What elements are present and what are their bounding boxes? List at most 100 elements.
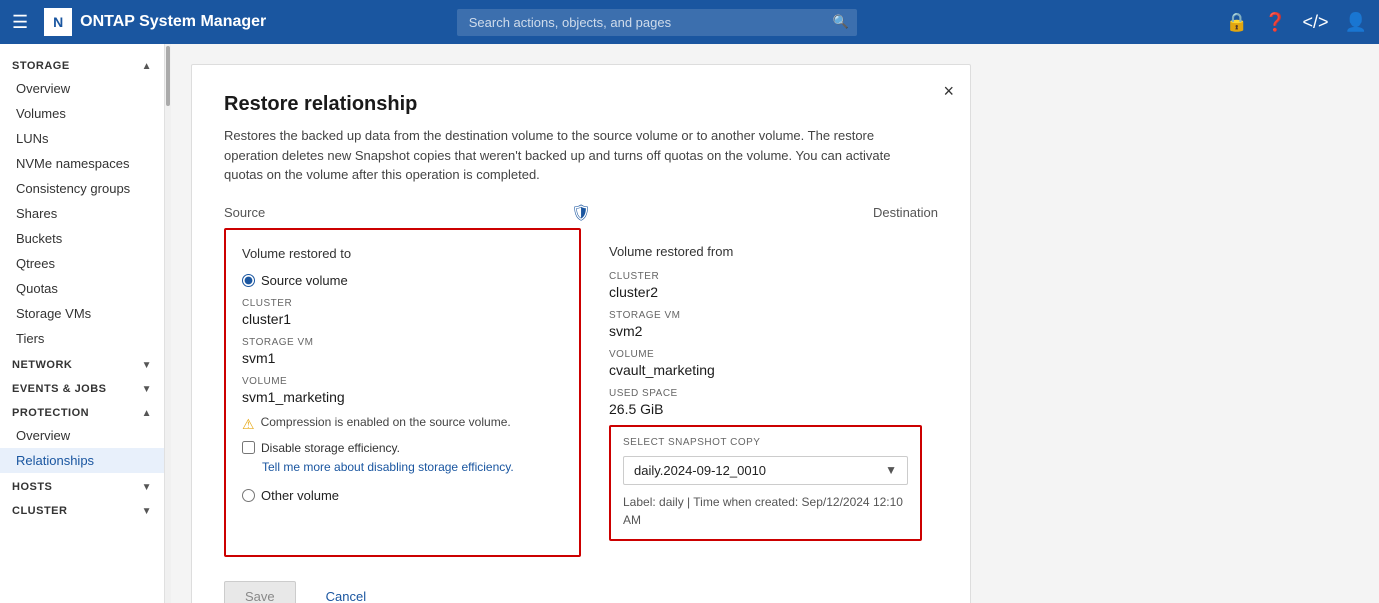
- other-volume-option[interactable]: Other volume: [242, 488, 563, 503]
- app-title: ONTAP System Manager: [80, 13, 266, 31]
- app-logo: N ONTAP System Manager: [44, 8, 266, 36]
- sidebar-item-qtrees[interactable]: Qtrees: [0, 251, 164, 276]
- network-chevron: ▼: [142, 360, 152, 371]
- content-area: × Restore relationship Restores the back…: [171, 44, 1379, 603]
- dest-volume-group: VOLUME cvault_marketing: [609, 349, 922, 378]
- search-icon: 🔍: [833, 14, 849, 30]
- dest-cluster-value: cluster2: [609, 284, 922, 300]
- warning-text: Compression is enabled on the source vol…: [261, 415, 511, 429]
- sidebar-item-overview-p[interactable]: Overview: [0, 423, 164, 448]
- sidebar: STORAGE ▲ Overview Volumes LUNs NVMe nam…: [0, 44, 165, 603]
- save-button[interactable]: Save: [224, 581, 296, 603]
- close-button[interactable]: ×: [943, 81, 954, 102]
- sidebar-section-hosts[interactable]: HOSTS ▼: [0, 473, 164, 497]
- search-input[interactable]: [457, 9, 857, 36]
- volume-field-value: svm1_marketing: [242, 389, 563, 405]
- warning-message: ⚠ Compression is enabled on the source v…: [242, 415, 563, 433]
- dest-used-space-label: USED SPACE: [609, 388, 922, 399]
- storage-vm-field-value: svm1: [242, 350, 563, 366]
- other-volume-radio[interactable]: [242, 489, 255, 502]
- dest-used-space-group: USED SPACE 26.5 GiB: [609, 388, 922, 417]
- topnav-actions: 🔒 ❓ </> 👤: [1226, 12, 1367, 33]
- scrollbar-thumb: [166, 46, 170, 106]
- dest-used-space-value: 26.5 GiB: [609, 401, 922, 417]
- cluster-section-label: CLUSTER: [12, 505, 67, 517]
- dest-volume-value: cvault_marketing: [609, 362, 922, 378]
- sidebar-item-buckets[interactable]: Buckets: [0, 226, 164, 251]
- sidebar-section-network[interactable]: NETWORK ▼: [0, 351, 164, 375]
- source-volume-radio[interactable]: [242, 274, 255, 287]
- snapshot-section-label: SELECT SNAPSHOT COPY: [623, 437, 908, 448]
- sidebar-item-relationships[interactable]: Relationships: [0, 448, 164, 473]
- cluster-chevron: ▼: [142, 506, 152, 517]
- protection-chevron: ▲: [142, 408, 152, 419]
- sidebar-item-nvme-namespaces[interactable]: NVMe namespaces: [0, 151, 164, 176]
- snapshot-selected-value: daily.2024-09-12_0010: [634, 463, 766, 478]
- hosts-chevron: ▼: [142, 482, 152, 493]
- snapshot-select-box: SELECT SNAPSHOT COPY daily.2024-09-12_00…: [609, 425, 922, 541]
- snapshot-info: Label: daily | Time when created: Sep/12…: [623, 493, 908, 529]
- storage-vm-field-label: STORAGE VM: [242, 337, 563, 348]
- sidebar-section-cluster[interactable]: CLUSTER ▼: [0, 497, 164, 521]
- sidebar-item-overview-s[interactable]: Overview: [0, 76, 164, 101]
- other-volume-label: Other volume: [261, 488, 339, 503]
- sidebar-item-shares[interactable]: Shares: [0, 201, 164, 226]
- help-icon[interactable]: ❓: [1264, 12, 1286, 33]
- sidebar-section-protection[interactable]: PROTECTION ▲: [0, 399, 164, 423]
- storage-section-label: STORAGE: [12, 60, 70, 72]
- hamburger-menu[interactable]: ☰: [12, 12, 28, 33]
- source-panel: Volume restored to Source volume CLUSTER…: [224, 228, 581, 557]
- sd-panels: Volume restored to Source volume CLUSTER…: [224, 228, 938, 557]
- sidebar-item-volumes[interactable]: Volumes: [0, 101, 164, 126]
- tell-me-more-link[interactable]: Tell me more about disabling storage eff…: [262, 460, 514, 474]
- lock-icon[interactable]: 🔒: [1226, 12, 1248, 33]
- dest-storage-vm-group: STORAGE VM svm2: [609, 310, 922, 339]
- top-navigation: ☰ N ONTAP System Manager 🔍 🔒 ❓ </> 👤: [0, 0, 1379, 44]
- modal-title: Restore relationship: [224, 93, 938, 116]
- events-jobs-chevron: ▼: [142, 384, 152, 395]
- source-volume-option[interactable]: Source volume: [242, 273, 563, 288]
- sidebar-item-storage-vms[interactable]: Storage VMs: [0, 301, 164, 326]
- sidebar-section-events-jobs[interactable]: EVENTS & JOBS ▼: [0, 375, 164, 399]
- dest-cluster-group: CLUSTER cluster2: [609, 271, 922, 300]
- dest-storage-vm-value: svm2: [609, 323, 922, 339]
- hosts-section-label: HOSTS: [12, 481, 52, 493]
- search-bar: 🔍: [457, 9, 857, 36]
- snapshot-dropdown[interactable]: daily.2024-09-12_0010 ▼: [623, 456, 908, 485]
- source-volume-label: Source volume: [261, 273, 348, 288]
- destination-label: Destination: [873, 205, 938, 220]
- restore-relationship-modal: × Restore relationship Restores the back…: [191, 64, 971, 603]
- cluster-field-label: CLUSTER: [242, 298, 563, 309]
- network-section-label: NETWORK: [12, 359, 72, 371]
- sd-labels-row: Source 🛡 Destination: [224, 205, 938, 220]
- dest-cluster-label: CLUSTER: [609, 271, 922, 282]
- cancel-button[interactable]: Cancel: [306, 581, 386, 603]
- cluster-field-value: cluster1: [242, 311, 563, 327]
- sidebar-item-quotas[interactable]: Quotas: [0, 276, 164, 301]
- source-label: Source: [224, 205, 265, 220]
- code-icon[interactable]: </>: [1303, 12, 1329, 33]
- shield-icon: 🛡: [571, 203, 591, 223]
- events-jobs-section-label: EVENTS & JOBS: [12, 383, 107, 395]
- modal-description: Restores the backed up data from the des…: [224, 126, 904, 185]
- disable-storage-checkbox-item: Disable storage efficiency.: [242, 441, 563, 455]
- dropdown-chevron-icon: ▼: [885, 463, 897, 477]
- modal-footer: Save Cancel: [224, 581, 938, 603]
- sidebar-item-tiers[interactable]: Tiers: [0, 326, 164, 351]
- storage-chevron: ▲: [142, 61, 152, 72]
- volume-field-label: VOLUME: [242, 376, 563, 387]
- sidebar-item-luns[interactable]: LUNs: [0, 126, 164, 151]
- dest-panel-heading: Volume restored from: [609, 244, 922, 259]
- main-layout: STORAGE ▲ Overview Volumes LUNs NVMe nam…: [0, 44, 1379, 603]
- sidebar-section-storage[interactable]: STORAGE ▲: [0, 52, 164, 76]
- source-panel-heading: Volume restored to: [242, 246, 563, 261]
- protection-section-label: PROTECTION: [12, 407, 89, 419]
- source-volume-radio-group: Source volume: [242, 273, 563, 288]
- sidebar-item-consistency-groups[interactable]: Consistency groups: [0, 176, 164, 201]
- dest-volume-label: VOLUME: [609, 349, 922, 360]
- dest-storage-vm-label: STORAGE VM: [609, 310, 922, 321]
- disable-storage-checkbox[interactable]: [242, 441, 255, 454]
- user-icon[interactable]: 👤: [1345, 12, 1367, 33]
- destination-panel: Volume restored from CLUSTER cluster2 ST…: [581, 228, 938, 557]
- logo-icon: N: [44, 8, 72, 36]
